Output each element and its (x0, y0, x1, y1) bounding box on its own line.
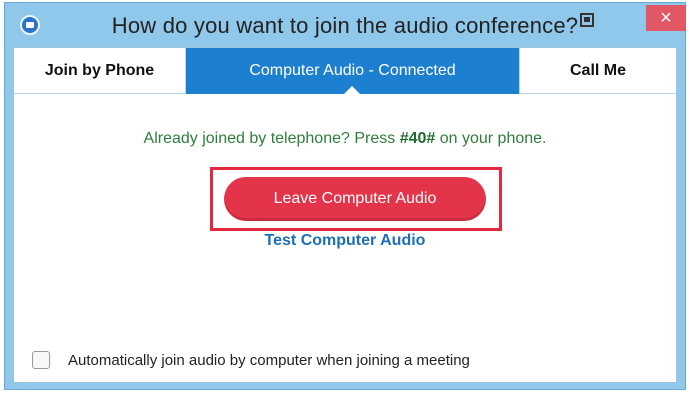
tab-bar: Join by Phone Computer Audio - Connected… (14, 48, 676, 94)
audio-conference-dialog: How do you want to join the audio confer… (4, 2, 686, 390)
title-bar: How do you want to join the audio confer… (5, 3, 686, 45)
tab-computer-audio[interactable]: Computer Audio - Connected (186, 48, 519, 94)
content-panel: Join by Phone Computer Audio - Connected… (13, 47, 677, 383)
leave-computer-audio-button[interactable]: Leave Computer Audio (224, 177, 486, 221)
auto-join-row: Automatically join audio by computer whe… (32, 351, 470, 369)
info-prefix: Already joined by telephone? Press (143, 130, 400, 147)
restore-icon[interactable] (580, 13, 594, 27)
close-button[interactable]: × (646, 5, 686, 31)
tab-call-me[interactable]: Call Me (519, 48, 676, 94)
info-suffix: on your phone. (435, 130, 547, 147)
tab-join-by-phone[interactable]: Join by Phone (14, 48, 186, 94)
phone-join-instructions: Already joined by telephone? Press #40# … (14, 130, 676, 148)
info-code: #40# (399, 130, 436, 147)
auto-join-label[interactable]: Automatically join audio by computer whe… (68, 352, 470, 369)
test-computer-audio-link[interactable]: Test Computer Audio (14, 232, 676, 250)
auto-join-checkbox[interactable] (32, 351, 50, 369)
